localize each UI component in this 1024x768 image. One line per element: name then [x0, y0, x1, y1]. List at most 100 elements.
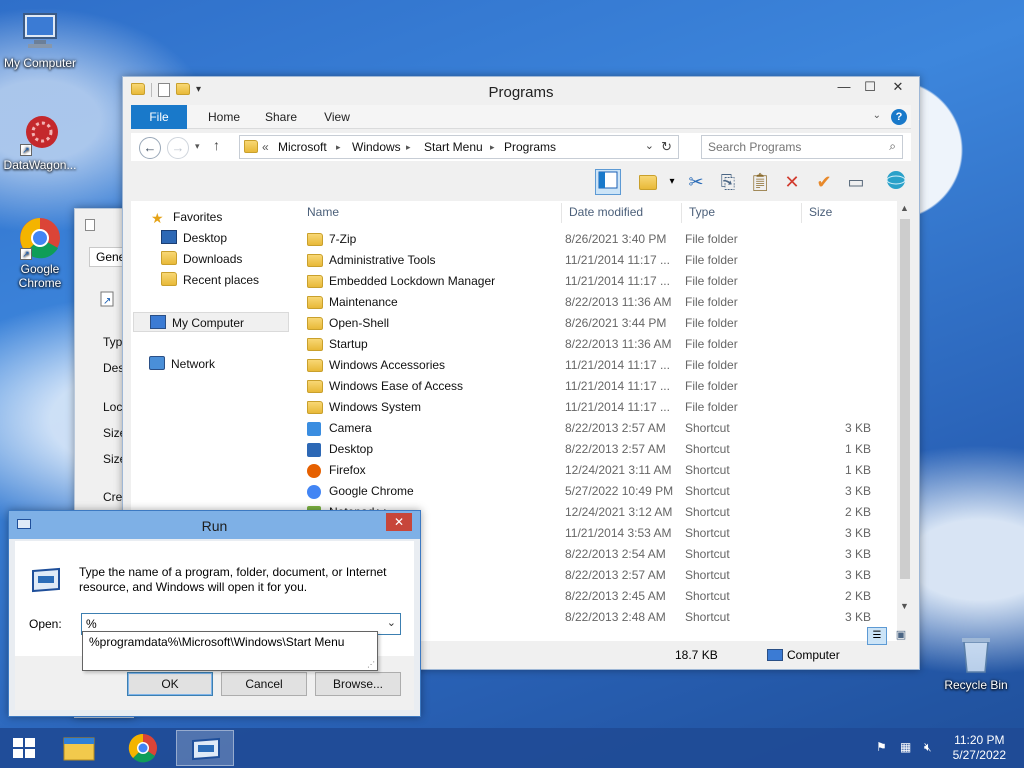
table-row[interactable]: 7-Zip 8/26/2021 3:40 PM File folder [303, 229, 893, 250]
network-icon [149, 356, 165, 370]
chevron-down-icon[interactable]: ⌄ [645, 139, 654, 152]
browse-button[interactable]: Browse... [315, 672, 401, 696]
nav-recent-places[interactable]: Recent places [161, 270, 321, 290]
up-button[interactable]: ↑ [213, 137, 220, 153]
search-icon[interactable]: ⌕ [889, 139, 896, 154]
table-row[interactable]: Windows System 11/21/2014 11:17 ... File f… [303, 397, 893, 418]
autocomplete-suggestion[interactable]: %programdata%\Microsoft\Windows\Start Me… [89, 635, 371, 649]
action-center-icon[interactable]: ⚑ [876, 740, 892, 756]
table-row[interactable]: Maintenance 8/22/2013 11:36 AM File folder [303, 292, 893, 313]
table-row[interactable]: Camera 8/22/2013 2:57 AM Shortcut 3 KB [303, 418, 893, 439]
internet-options-icon[interactable] [883, 169, 909, 195]
chevron-right-icon[interactable]: ▸ [336, 142, 341, 153]
clock[interactable]: 11:20 PM 5/27/2022 [953, 733, 1006, 763]
nav-favorites[interactable]: ★ Favorites [151, 207, 311, 227]
volume-muted-icon[interactable]: 🔇︎ [924, 740, 940, 756]
select-icon[interactable]: ✔ [811, 169, 837, 195]
run-dialog[interactable]: Run ✕ Type the name of a program, folder… [8, 510, 421, 717]
tab-share[interactable]: Share [253, 105, 309, 129]
nav-my-computer[interactable]: My Computer [133, 312, 289, 332]
table-row[interactable]: Windows Accessories 11/21/2014 11:17 ... F… [303, 355, 893, 376]
cut-icon[interactable]: ✂ [683, 169, 709, 195]
cell-size: 3 KB [844, 568, 871, 582]
maximize-button[interactable]: ☐ [857, 77, 883, 97]
desktop-icon-my-computer[interactable]: My Computer [0, 10, 80, 70]
taskbar-chrome[interactable] [114, 730, 172, 766]
desktop-icon-datawagon[interactable]: ↗ DataWagon... [0, 112, 80, 172]
breadcrumb-start-menu[interactable]: Start Menu [424, 140, 483, 154]
minimize-button[interactable]: — [831, 77, 857, 97]
close-button[interactable]: ✕ [883, 77, 913, 97]
nav-network[interactable]: Network [149, 354, 309, 374]
cell-type: File folder [685, 379, 738, 393]
tab-view[interactable]: View [309, 105, 365, 129]
delete-icon[interactable]: ✕ [779, 169, 805, 195]
back-button[interactable]: ← [139, 137, 161, 159]
taskbar-file-explorer[interactable] [50, 730, 108, 766]
cell-size: 3 KB [844, 484, 871, 498]
desktop-icon-google-chrome[interactable]: ↗ Google Chrome [0, 216, 80, 290]
breadcrumb-overflow[interactable]: « [262, 140, 269, 154]
chevron-down-icon[interactable]: ⌄ [873, 110, 881, 121]
cell-date: 8/22/2013 2:57 AM [565, 442, 666, 456]
breadcrumb-microsoft[interactable]: Microsoft [278, 140, 327, 154]
search-box[interactable]: ⌕ [701, 135, 903, 159]
folder-options-icon[interactable] [635, 169, 661, 195]
tab-home[interactable]: Home [197, 105, 251, 129]
scroll-thumb[interactable] [900, 219, 910, 579]
firefox-shortcut-icon [307, 464, 321, 478]
forward-button[interactable]: → [167, 137, 189, 159]
breadcrumb-programs[interactable]: Programs [504, 140, 556, 154]
address-row: ← → ▾ ↑ « Microsoft ▸ Windows ▸ Start Me… [131, 133, 911, 161]
column-type[interactable]: Type [689, 201, 715, 225]
table-row[interactable]: Google Chrome 5/27/2022 10:49 PM Shortcut 3… [303, 481, 893, 502]
table-row[interactable]: Desktop 8/22/2013 2:57 AM Shortcut 1 KB [303, 439, 893, 460]
recent-locations-icon[interactable]: ▾ [195, 141, 200, 152]
chevron-down-icon[interactable]: ⌄ [387, 616, 396, 629]
taskbar-run[interactable] [176, 730, 234, 766]
resize-grip-icon[interactable]: ⋰ [367, 660, 375, 669]
table-row[interactable]: Embedded Lockdown Manager 11/21/2014 11:1… [303, 271, 893, 292]
scroll-down-icon[interactable]: ▼ [900, 601, 909, 611]
search-input[interactable] [708, 137, 878, 157]
breadcrumb-windows[interactable]: Windows [352, 140, 401, 154]
close-button[interactable]: ✕ [386, 513, 412, 531]
copy-icon[interactable]: ⎘ [715, 169, 741, 195]
table-row[interactable]: Windows Ease of Access 11/21/2014 11:17 .… [303, 376, 893, 397]
help-icon[interactable]: ? [891, 109, 907, 125]
cell-type: File folder [685, 400, 738, 414]
desktop-icon-recycle-bin[interactable]: Recycle Bin [936, 632, 1016, 692]
large-icons-view-icon[interactable]: ▣ [891, 627, 911, 645]
table-row[interactable]: Firefox 12/24/2021 3:11 AM Shortcut 1 KB [303, 460, 893, 481]
paste-icon[interactable]: 📋︎ [747, 169, 773, 195]
refresh-icon[interactable]: ↻ [661, 139, 672, 155]
autocomplete-dropdown[interactable]: %programdata%\Microsoft\Windows\Start Me… [82, 631, 378, 671]
nav-desktop[interactable]: Desktop [161, 228, 321, 248]
cell-size: 2 KB [844, 505, 871, 519]
rename-icon[interactable]: ▭ [843, 169, 869, 195]
cell-date: 11/21/2014 11:17 ... [565, 358, 670, 372]
table-row[interactable]: Open-Shell 8/26/2021 3:44 PM File folder [303, 313, 893, 334]
vertical-scrollbar[interactable]: ▲ ▼ [897, 201, 913, 641]
tab-file[interactable]: File [131, 105, 187, 129]
chevron-down-icon[interactable]: ▾ [659, 169, 685, 195]
scroll-up-icon[interactable]: ▲ [900, 203, 909, 213]
cancel-button[interactable]: Cancel [221, 672, 307, 696]
table-row[interactable]: Startup 8/22/2013 11:36 AM File folder [303, 334, 893, 355]
preview-pane-icon[interactable] [595, 169, 621, 195]
ok-button[interactable]: OK [127, 672, 213, 696]
details-view-icon[interactable]: ☰ [867, 627, 887, 645]
explorer-titlebar[interactable]: ▾ Programs — ☐ ✕ [123, 77, 919, 105]
chevron-right-icon[interactable]: ▸ [490, 142, 495, 153]
column-date-modified[interactable]: Date modified [569, 201, 643, 225]
start-button[interactable] [0, 730, 48, 766]
run-titlebar[interactable]: Run ✕ [9, 511, 420, 539]
nav-downloads[interactable]: Downloads [161, 249, 321, 269]
network-icon[interactable]: ▦ [900, 740, 916, 756]
column-name[interactable]: Name [307, 201, 339, 225]
table-row[interactable]: Administrative Tools 11/21/2014 11:17 ...… [303, 250, 893, 271]
chevron-right-icon[interactable]: ▸ [406, 142, 411, 153]
column-size[interactable]: Size [809, 201, 832, 225]
cell-type: File folder [685, 232, 738, 246]
address-bar[interactable]: « Microsoft ▸ Windows ▸ Start Menu ▸ Pro… [239, 135, 679, 159]
